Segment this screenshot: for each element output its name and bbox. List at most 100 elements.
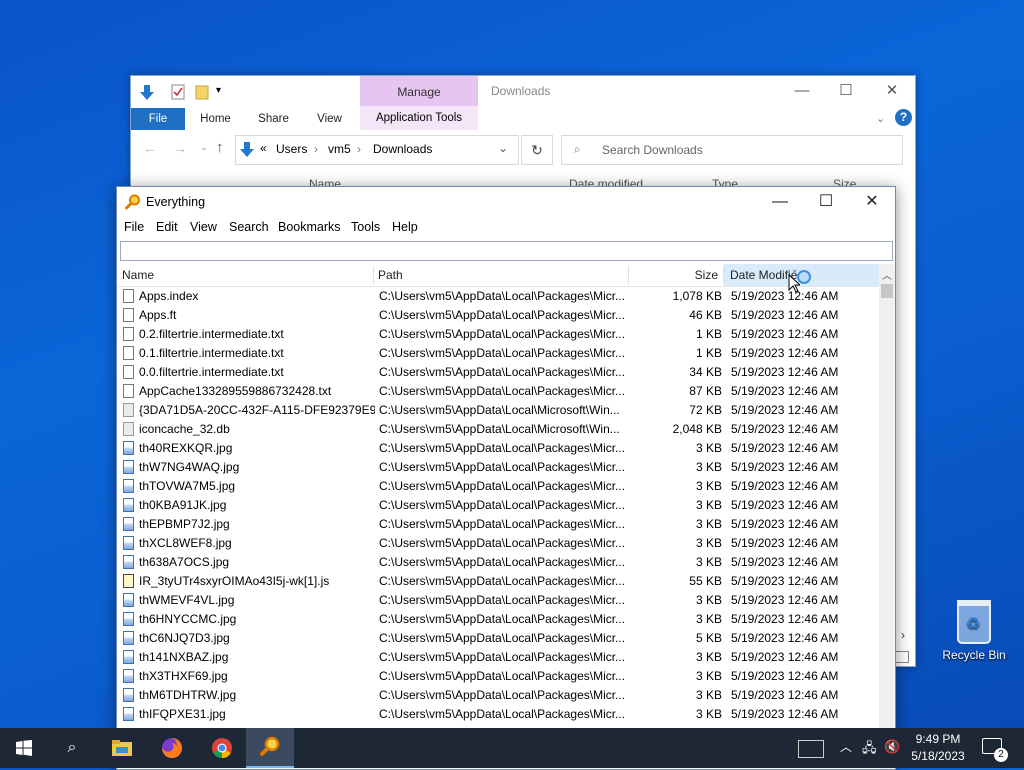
result-size: 3 KB [695, 460, 722, 474]
result-row[interactable]: thIFQPXE31.jpg C:\Users\vm5\AppData\Local… [117, 705, 879, 724]
file-explorer-icon[interactable] [98, 728, 146, 768]
tab-application-tools[interactable]: Application Tools [360, 106, 478, 130]
menu-view[interactable]: View [190, 220, 217, 234]
qat-dropdown-icon[interactable]: ▾ [216, 85, 230, 101]
search-input[interactable] [120, 241, 893, 261]
script-file-icon [123, 574, 134, 588]
result-row[interactable]: th40REXKQR.jpg C:\Users\vm5\AppData\Local… [117, 439, 879, 458]
network-icon[interactable]: 🖧 [862, 739, 877, 761]
vertical-scrollbar[interactable]: ︿ [879, 264, 895, 769]
menu-tools[interactable]: Tools [351, 220, 380, 234]
manage-tab[interactable]: Manage [360, 76, 478, 106]
result-row[interactable]: {3DA71D5A-20CC-432F-A115-DFE92379E9... C:… [117, 401, 879, 420]
search-downloads-field[interactable]: ⌕ Search Downloads [561, 135, 903, 165]
show-hidden-icons-icon[interactable]: ︿ [840, 738, 852, 755]
title-bar[interactable]: Everything — ☐ ✕ [117, 187, 895, 217]
result-row[interactable]: thW7NG4WAQ.jpg C:\Users\vm5\AppData\Local… [117, 458, 879, 477]
column-divider[interactable] [628, 266, 629, 284]
menu-search[interactable]: Search [229, 220, 269, 234]
news-widget-icon[interactable] [798, 740, 824, 758]
result-row[interactable]: th6HNYCCMC.jpg C:\Users\vm5\AppData\Local… [117, 610, 879, 629]
minimize-icon[interactable]: — [757, 187, 803, 217]
menu-file[interactable]: File [124, 220, 144, 234]
result-path: C:\Users\vm5\AppData\Local\Packages\Micr… [379, 517, 626, 531]
result-date: 5/19/2023 12:46 AM [731, 612, 839, 626]
help-icon[interactable]: ? [895, 109, 912, 126]
result-name: thTOVWA7M5.jpg [139, 479, 236, 493]
result-row[interactable]: thWMEVF4VL.jpg C:\Users\vm5\AppData\Local… [117, 591, 879, 610]
scroll-right-icon[interactable]: › [901, 628, 905, 642]
menu-edit[interactable]: Edit [156, 220, 178, 234]
results-list[interactable]: Apps.index C:\Users\vm5\AppData\Local\Pac… [117, 287, 879, 724]
chrome-icon[interactable] [198, 728, 246, 768]
result-row[interactable]: th141NXBAZ.jpg C:\Users\vm5\AppData\Local… [117, 648, 879, 667]
result-size: 1 KB [695, 327, 722, 341]
result-row[interactable]: thEPBMP7J2.jpg C:\Users\vm5\AppData\Local… [117, 515, 879, 534]
volume-muted-icon[interactable]: 🔇 [884, 739, 900, 755]
properties-icon[interactable] [171, 84, 185, 100]
close-icon[interactable]: ✕ [869, 76, 915, 106]
everything-taskbar-icon[interactable] [246, 728, 294, 768]
result-row[interactable]: iconcache_32.db C:\Users\vm5\AppData\Loca… [117, 420, 879, 439]
result-row[interactable]: th638A7OCS.jpg C:\Users\vm5\AppData\Local… [117, 553, 879, 572]
tab-share[interactable]: Share [251, 108, 296, 130]
minimize-icon[interactable]: — [779, 76, 825, 106]
address-dropdown-icon[interactable]: ⌄ [498, 141, 508, 155]
maximize-icon[interactable]: ☐ [823, 76, 869, 106]
maximize-icon[interactable]: ☐ [803, 187, 849, 217]
new-folder-icon[interactable] [195, 84, 209, 100]
up-arrow-icon[interactable]: ↑ [216, 139, 224, 156]
result-row[interactable]: AppCache133289559886732428.txt C:\Users\v… [117, 382, 879, 401]
everything-window[interactable]: Everything — ☐ ✕ File Edit View Search B… [116, 186, 896, 770]
menu-bookmarks[interactable]: Bookmarks [278, 220, 341, 234]
result-name: th638A7OCS.jpg [139, 555, 230, 569]
clock[interactable]: 9:49 PM 5/18/2023 [903, 731, 973, 765]
column-divider[interactable] [373, 266, 374, 284]
ribbon-expand-icon[interactable]: ⌄ [876, 112, 885, 125]
tab-home[interactable]: Home [193, 108, 238, 130]
breadcrumb-users[interactable]: Users [276, 142, 307, 156]
breadcrumb-overflow[interactable]: « [260, 141, 267, 155]
result-size: 3 KB [695, 479, 722, 493]
result-row[interactable]: th0KBA91JK.jpg C:\Users\vm5\AppData\Local… [117, 496, 879, 515]
result-row[interactable]: thC6NJQ7D3.jpg C:\Users\vm5\AppData\Local… [117, 629, 879, 648]
result-row[interactable]: thTOVWA7M5.jpg C:\Users\vm5\AppData\Local… [117, 477, 879, 496]
image-file-icon [123, 517, 134, 531]
firefox-icon[interactable] [148, 728, 196, 768]
result-row[interactable]: thXCL8WEF8.jpg C:\Users\vm5\AppData\Local… [117, 534, 879, 553]
result-row[interactable]: Apps.ft C:\Users\vm5\AppData\Local\Packag… [117, 306, 879, 325]
result-path: C:\Users\vm5\AppData\Local\Packages\Micr… [379, 574, 626, 588]
refresh-icon[interactable]: ↻ [521, 135, 553, 165]
recycle-bin-label: Recycle Bin [942, 648, 1006, 662]
close-icon[interactable]: ✕ [849, 187, 895, 217]
search-icon[interactable]: ⌕ [48, 728, 96, 768]
result-row[interactable]: 0.0.filtertrie.intermediate.txt C:\Users\… [117, 363, 879, 382]
forward-arrow-icon[interactable]: → [173, 140, 187, 156]
result-row[interactable]: IR_3tyUTr4sxyrOIMAo43I5j-wk[1].js C:\User… [117, 572, 879, 591]
column-size[interactable]: Size [631, 264, 718, 286]
result-name: thWMEVF4VL.jpg [139, 593, 235, 607]
breadcrumb-vm5[interactable]: vm5 [328, 142, 351, 156]
scroll-up-icon[interactable]: ︿ [882, 267, 892, 282]
magnifier-logo-icon [125, 194, 141, 210]
column-name[interactable]: Name [122, 264, 372, 286]
column-path[interactable]: Path [378, 264, 626, 286]
menu-help[interactable]: Help [392, 220, 418, 234]
tab-view[interactable]: View [307, 108, 352, 130]
tab-file[interactable]: File [131, 108, 185, 130]
result-row[interactable]: thX3THXF69.jpg C:\Users\vm5\AppData\Local… [117, 667, 879, 686]
result-size: 3 KB [695, 593, 722, 607]
start-windows-icon[interactable] [0, 728, 48, 768]
address-bar[interactable]: « Users › vm5 › Downloads ⌄ [235, 135, 519, 165]
result-row[interactable]: 0.1.filtertrie.intermediate.txt C:\Users\… [117, 344, 879, 363]
back-arrow-icon[interactable]: ← [143, 140, 157, 156]
recycle-bin-shortcut[interactable]: ♻ Recycle Bin [938, 600, 1010, 662]
result-row[interactable]: Apps.index C:\Users\vm5\AppData\Local\Pac… [117, 287, 879, 306]
column-date-modified[interactable]: Date Modified ⌄ [724, 264, 879, 286]
recent-locations-icon[interactable]: ⌄ [200, 142, 208, 153]
scrollbar-thumb[interactable] [881, 284, 893, 298]
result-date: 5/19/2023 12:46 AM [731, 631, 839, 645]
result-row[interactable]: 0.2.filtertrie.intermediate.txt C:\Users\… [117, 325, 879, 344]
result-row[interactable]: thM6TDHTRW.jpg C:\Users\vm5\AppData\Local… [117, 686, 879, 705]
breadcrumb-downloads[interactable]: Downloads [373, 142, 432, 156]
